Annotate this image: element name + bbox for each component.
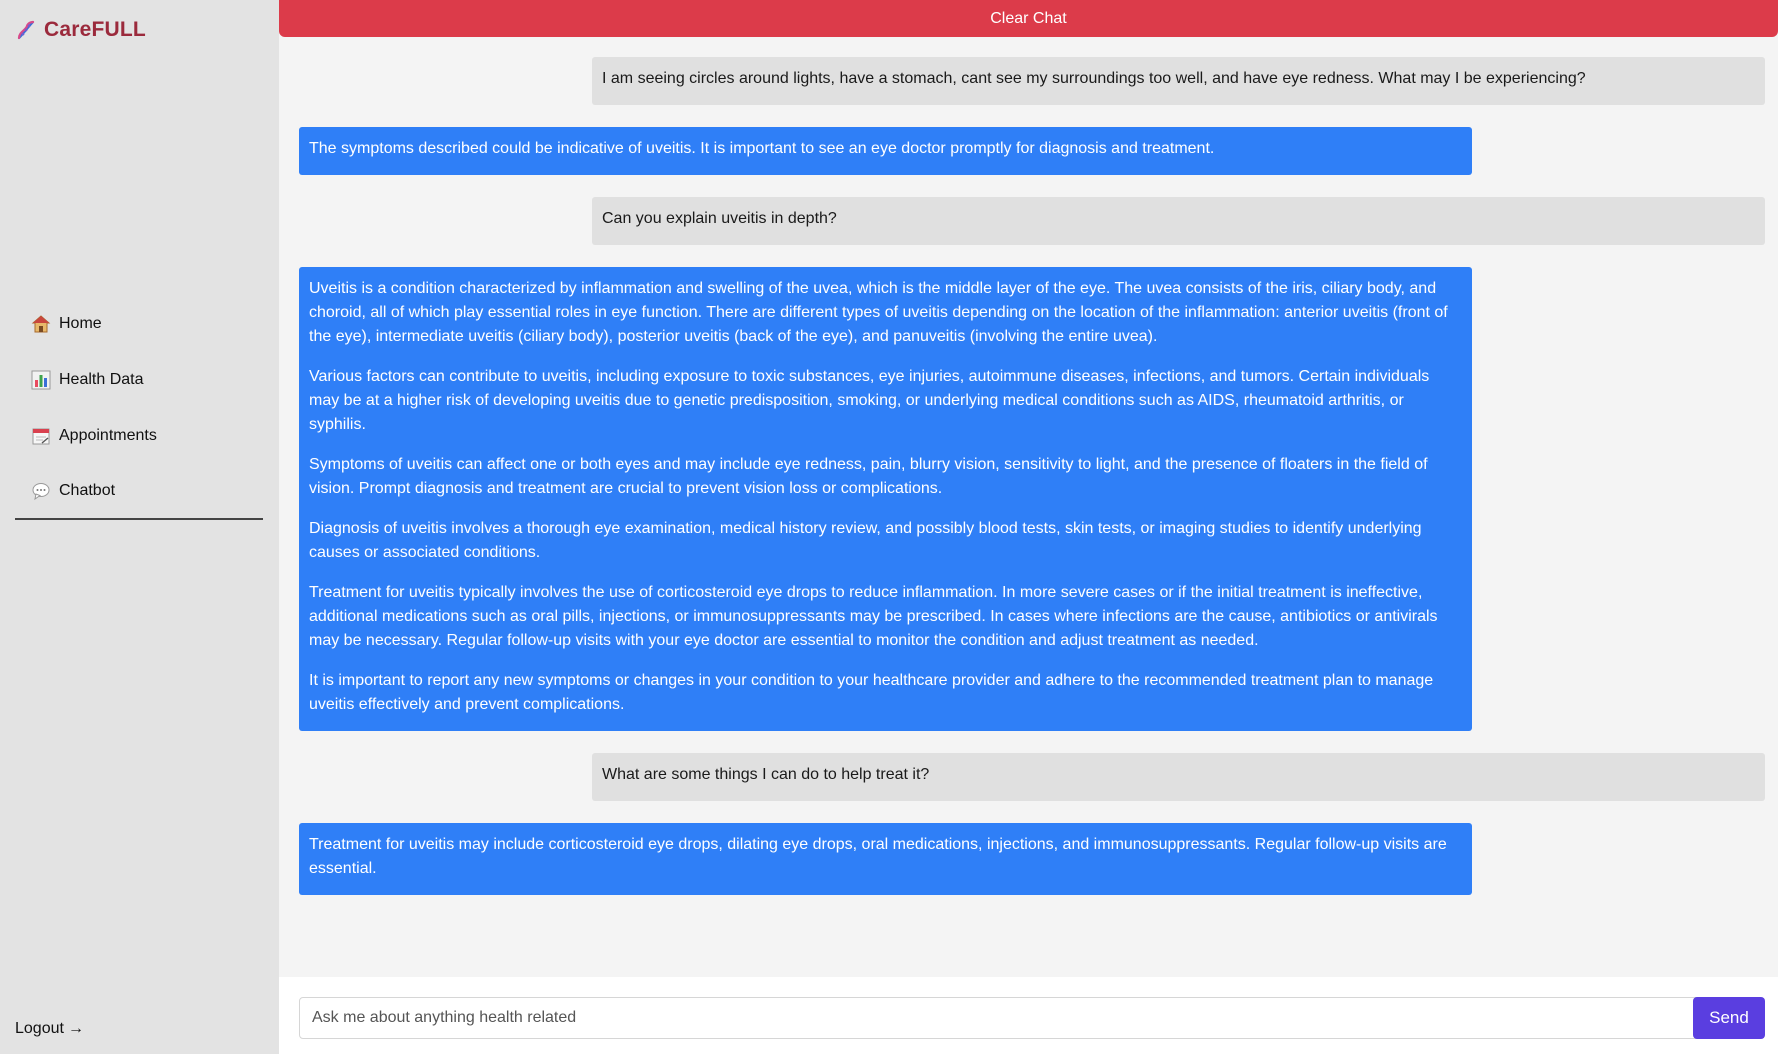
sidebar-nav: Home Health Data Appointments Chatbot xyxy=(15,296,263,520)
message-paragraph: Uveitis is a condition characterized by … xyxy=(309,280,1448,345)
message-paragraph: Diagnosis of uveitis involves a thorough… xyxy=(309,520,1422,561)
sidebar-item-health-data[interactable]: Health Data xyxy=(15,352,263,408)
house-icon xyxy=(31,315,51,333)
sidebar-item-appointments[interactable]: Appointments xyxy=(15,408,263,464)
message-paragraph: Symptoms of uveitis can affect one or bo… xyxy=(309,456,1428,497)
message-text: What are some things I can do to help tr… xyxy=(602,766,930,783)
sidebar: CareFULL Home Health Data Appointments C… xyxy=(0,0,279,1054)
bot-message: Uveitis is a condition characterized by … xyxy=(299,267,1472,731)
message-paragraph: Treatment for uveitis typically involves… xyxy=(309,584,1438,649)
brand[interactable]: CareFULL xyxy=(14,16,146,44)
user-message: I am seeing circles around lights, have … xyxy=(592,57,1765,105)
arrow-right-icon: → xyxy=(67,1020,84,1037)
sidebar-item-label: Health Data xyxy=(59,371,144,388)
message-text: I am seeing circles around lights, have … xyxy=(602,70,1586,87)
brand-name: CareFULL xyxy=(44,18,146,41)
message-text: The symptoms described could be indicati… xyxy=(309,140,1215,157)
sidebar-item-home[interactable]: Home xyxy=(15,296,263,352)
sidebar-item-label: Appointments xyxy=(59,427,157,444)
message-text: Treatment for uveitis may include cortic… xyxy=(309,836,1447,877)
send-button[interactable]: Send xyxy=(1693,997,1765,1039)
message-paragraph: Various factors can contribute to uveiti… xyxy=(309,368,1430,433)
bot-message: The symptoms described could be indicati… xyxy=(299,127,1472,175)
chat-main: Clear Chat I am seeing circles around li… xyxy=(279,0,1778,1054)
chat-input-bar: Send xyxy=(279,977,1778,1054)
speech-bubble-icon xyxy=(32,483,50,501)
sidebar-item-chatbot[interactable]: Chatbot xyxy=(15,464,263,520)
message-paragraph: It is important to report any new sympto… xyxy=(309,672,1434,713)
bar-chart-icon xyxy=(31,370,51,390)
user-message: What are some things I can do to help tr… xyxy=(592,753,1765,801)
user-message: Can you explain uveitis in depth? xyxy=(592,197,1765,245)
calendar-icon xyxy=(32,428,50,445)
logout-link[interactable]: Logout → xyxy=(15,1020,84,1038)
bot-message: Treatment for uveitis may include cortic… xyxy=(299,823,1472,895)
chat-input[interactable] xyxy=(299,997,1701,1039)
sidebar-item-label: Chatbot xyxy=(59,482,116,499)
clear-chat-button[interactable]: Clear Chat xyxy=(279,0,1778,37)
sidebar-item-label: Home xyxy=(59,315,102,332)
message-text: Can you explain uveitis in depth? xyxy=(602,210,837,227)
logout-label: Logout xyxy=(15,1020,64,1037)
dna-icon xyxy=(17,20,35,40)
